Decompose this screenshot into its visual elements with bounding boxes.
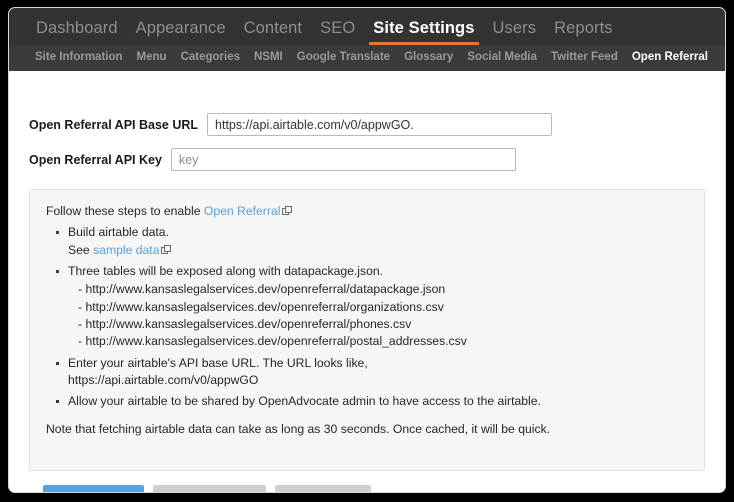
instructions-intro-text: Follow these steps to enable bbox=[46, 204, 204, 218]
admin-window: Dashboard Appearance Content SEO Site Se… bbox=[8, 7, 726, 493]
external-link-icon bbox=[282, 206, 293, 215]
field-row-base-url: Open Referral API Base URL bbox=[9, 113, 725, 136]
step-3-text: Enter your airtable's API base URL. The … bbox=[68, 355, 368, 370]
nav-item-content[interactable]: Content bbox=[235, 19, 312, 46]
nav-item-site-settings[interactable]: Site Settings bbox=[364, 19, 483, 46]
list-item: Three tables will be exposed along with … bbox=[56, 263, 688, 351]
subnav-item-categories[interactable]: Categories bbox=[174, 52, 247, 64]
instructions-intro: Follow these steps to enable Open Referr… bbox=[46, 203, 688, 220]
api-key-input[interactable] bbox=[170, 148, 516, 171]
table-url-datapackage: - http://www.kansaslegalservices.dev/ope… bbox=[78, 282, 446, 297]
subnav-item-social-media[interactable]: Social Media bbox=[460, 52, 544, 64]
list-item: Enter your airtable's API base URL. The … bbox=[56, 355, 688, 390]
instruction-steps-list: Build airtable data. See sample data Thr… bbox=[46, 224, 688, 410]
field-row-api-key: Open Referral API Key bbox=[9, 148, 725, 171]
table-url-phones: - http://www.kansaslegalservices.dev/ope… bbox=[78, 316, 412, 331]
instructions-panel: Follow these steps to enable Open Referr… bbox=[29, 189, 705, 471]
step-3-example-url: https://api.airtable.com/v0/appwGO bbox=[68, 372, 259, 387]
step-1-sub-prefix: See bbox=[68, 242, 94, 257]
nav-item-users[interactable]: Users bbox=[484, 19, 546, 46]
primary-navigation: Dashboard Appearance Content SEO Site Se… bbox=[9, 8, 725, 45]
subnav-item-open-referral[interactable]: Open Referral bbox=[625, 52, 715, 64]
subnav-item-menu[interactable]: Menu bbox=[130, 52, 174, 64]
exposed-table-urls: - http://www.kansaslegalservices.dev/ope… bbox=[68, 281, 688, 350]
external-link-icon bbox=[161, 244, 172, 254]
step-4-text: Allow your airtable to be shared by Open… bbox=[68, 394, 541, 409]
table-url-organizations: - http://www.kansaslegalservices.dev/ope… bbox=[78, 299, 444, 314]
list-item: Allow your airtable to be shared by Open… bbox=[56, 393, 688, 410]
instructions-note: Note that fetching airtable data can tak… bbox=[46, 421, 551, 436]
nav-item-reports[interactable]: Reports bbox=[545, 19, 621, 46]
open-referral-link[interactable]: Open Referral bbox=[204, 204, 281, 218]
subnav-item-google-translate[interactable]: Google Translate bbox=[290, 52, 397, 64]
action-button-bar: Save settings Test connection Purge cach… bbox=[43, 484, 725, 492]
nav-item-appearance[interactable]: Appearance bbox=[127, 19, 235, 46]
subnav-item-nsmi[interactable]: NSMI bbox=[247, 52, 290, 64]
list-item: Build airtable data. See sample data bbox=[56, 224, 688, 259]
nav-item-dashboard[interactable]: Dashboard bbox=[27, 19, 127, 46]
sample-data-link[interactable]: sample data bbox=[93, 243, 159, 257]
step-1-text: Build airtable data. bbox=[68, 225, 169, 240]
api-key-label: Open Referral API Key bbox=[29, 152, 162, 167]
purge-cache-button[interactable]: Purge cache bbox=[274, 484, 372, 492]
base-url-input[interactable] bbox=[207, 113, 553, 136]
table-url-postal-addresses: - http://www.kansaslegalservices.dev/ope… bbox=[78, 334, 467, 349]
subnav-item-twitter-feed[interactable]: Twitter Feed bbox=[544, 52, 625, 64]
subnav-item-site-information[interactable]: Site Information bbox=[28, 52, 130, 64]
test-connection-button[interactable]: Test connection bbox=[153, 484, 266, 492]
step-2-text: Three tables will be exposed along with … bbox=[68, 263, 384, 278]
save-settings-button[interactable]: Save settings bbox=[43, 484, 145, 492]
step-1-subline: See sample data bbox=[68, 242, 688, 259]
panel-spacer bbox=[46, 438, 688, 456]
secondary-navigation: Site Information Menu Categories NSMI Go… bbox=[9, 45, 725, 71]
base-url-label: Open Referral API Base URL bbox=[29, 117, 199, 132]
nav-item-seo[interactable]: SEO bbox=[311, 19, 364, 46]
subnav-item-glossary[interactable]: Glossary bbox=[397, 52, 460, 64]
settings-content: Open Referral API Base URL Open Referral… bbox=[9, 113, 725, 492]
